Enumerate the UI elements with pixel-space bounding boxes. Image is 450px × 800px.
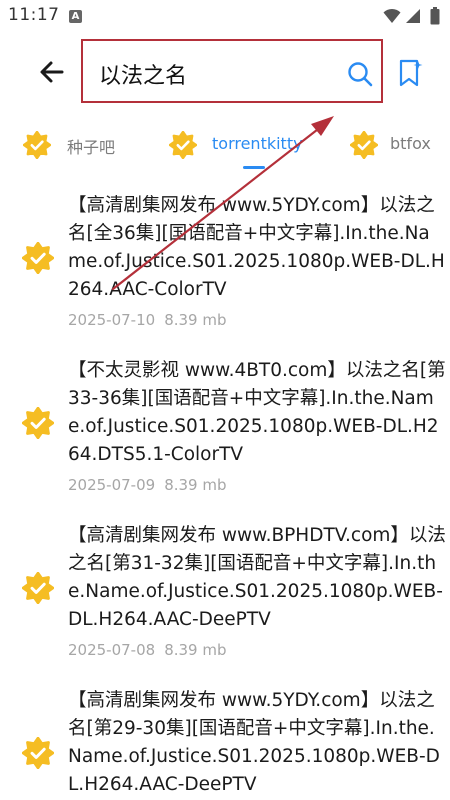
tab-label: torrentkitty — [212, 134, 303, 153]
verified-badge-icon — [22, 572, 54, 604]
verified-badge-icon — [23, 131, 51, 159]
verified-badge-icon — [22, 407, 54, 439]
tab-torrentkitty[interactable]: torrentkitty — [169, 127, 309, 167]
verified-badge-icon — [350, 131, 378, 159]
result-title: 【高清剧集网发布 www.5YDY.com】以法之名[全36集][国语配音+中文… — [68, 195, 445, 300]
result-item[interactable]: 【高清剧集网发布 www.5YDY.com】以法之名[全36集][国语配音+中文… — [0, 180, 450, 340]
result-meta: 2025-07-08 8.39 mb — [68, 641, 227, 659]
status-time: 11:17 — [8, 5, 60, 25]
tab-btfox[interactable]: btfox — [350, 127, 450, 167]
back-button[interactable] — [36, 56, 76, 88]
result-size: 8.39 mb — [164, 641, 227, 659]
battery-icon — [430, 7, 440, 25]
search-input[interactable]: 以法之名 — [99, 58, 187, 90]
active-tab-indicator — [243, 166, 265, 169]
search-icon[interactable] — [347, 61, 373, 87]
search-box[interactable]: 以法之名 — [81, 39, 383, 103]
result-date: 2025-07-09 — [68, 476, 156, 494]
arrow-left-icon — [40, 61, 64, 83]
verified-badge-icon — [22, 242, 54, 274]
result-meta: 2025-07-10 8.39 mb — [68, 311, 227, 329]
bookmark-button[interactable] — [398, 58, 424, 92]
result-title: 【高清剧集网发布 www.5YDY.com】以法之名[第29-30集][国语配音… — [68, 690, 440, 795]
screen: 11:17 A 以法之名 种子吧 torrentkitty btfox 【高清剧… — [0, 0, 450, 800]
result-date: 2025-07-08 — [68, 641, 156, 659]
tab-label: btfox — [390, 134, 431, 153]
result-title: 【不太灵影视 www.4BT0.com】以法之名[第33-36集][国语配音+中… — [68, 360, 446, 465]
result-size: 8.39 mb — [164, 476, 227, 494]
verified-badge-icon — [22, 737, 54, 769]
tab-label: 种子吧 — [67, 138, 116, 157]
status-bar: 11:17 A — [0, 0, 450, 34]
bookmark-star-icon — [399, 59, 423, 87]
notification-icon: A — [69, 10, 82, 23]
signal-icon — [406, 9, 420, 23]
result-date: 2025-07-10 — [68, 311, 156, 329]
result-meta: 2025-07-09 8.39 mb — [68, 476, 227, 494]
result-item[interactable]: 【高清剧集网发布 www.BPHDTV.com】以法之名[第31-32集][国语… — [0, 510, 450, 670]
verified-badge-icon — [169, 131, 197, 159]
result-title: 【高清剧集网发布 www.BPHDTV.com】以法之名[第31-32集][国语… — [68, 525, 446, 630]
result-item[interactable]: 【不太灵影视 www.4BT0.com】以法之名[第33-36集][国语配音+中… — [0, 345, 450, 505]
result-size: 8.39 mb — [164, 311, 227, 329]
tab-zhongziba[interactable]: 种子吧 — [23, 127, 133, 167]
wifi-icon — [383, 8, 401, 23]
result-item[interactable]: 【高清剧集网发布 www.5YDY.com】以法之名[第29-30集][国语配音… — [0, 675, 450, 800]
